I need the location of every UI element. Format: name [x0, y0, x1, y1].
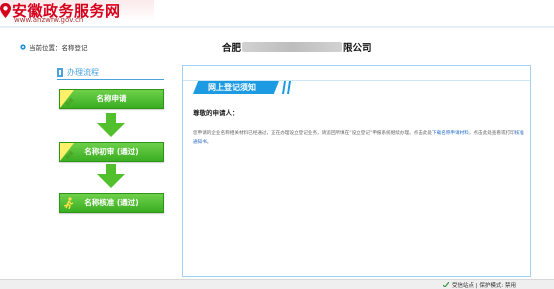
company-name: 合肥 限公司 [222, 40, 372, 54]
tab-stripe [287, 81, 291, 94]
notice-body-text: ，点击此处查看或打印 [468, 131, 515, 136]
notice-body-text: 您申请的企业名称相关材料已经通过，正在办理设立登记业务，请追回所填在“设立登记”… [193, 131, 433, 136]
notice-body: 您申请的企业名称相关材料已经通过，正在办理设立登记业务，请追回所填在“设立登记”… [193, 129, 525, 147]
breadcrumb-label: 当前位置： [29, 44, 62, 52]
tab-stripe [282, 81, 286, 94]
down-arrow-icon [97, 164, 125, 188]
notice-body-text: 。 [206, 140, 212, 145]
step-tag-text: 完成 [65, 150, 76, 161]
location-pin-icon [20, 44, 26, 50]
notice-panel: 网上登记须知 尊敬的申请人： 您申请的企业名称相关材料已经通过，正在办理设立登记… [182, 65, 531, 277]
step-preliminary-review[interactable]: 完成 名称初审 (通过) [59, 142, 164, 162]
step-name-application[interactable]: 完成 名称申请 [59, 89, 164, 109]
step-label: 名称申请 [96, 94, 127, 103]
step-label: 名称核准 (通过) [84, 198, 139, 207]
redacted-block [242, 42, 343, 52]
running-person-icon [63, 197, 74, 209]
document-icon [57, 68, 63, 77]
notice-greeting: 尊敬的申请人： [193, 109, 239, 117]
company-name-prefix: 合肥 [222, 43, 242, 54]
step-tag-text: 完成 [65, 97, 76, 108]
notice-title: 网上登记须知 [208, 83, 256, 92]
process-title: 办理流程 [67, 68, 99, 77]
step-approval[interactable]: 名称核准 (通过) [59, 193, 164, 213]
step-label: 名称初审 (通过) [84, 147, 139, 156]
process-header: 办理流程 [57, 67, 164, 80]
down-arrow-icon [97, 113, 125, 137]
header-divider [0, 26, 554, 28]
breadcrumb: 当前位置：名称登记 [29, 42, 88, 52]
location-logo-icon [0, 3, 11, 18]
company-name-suffix: 限公司 [343, 43, 372, 54]
notice-band [183, 66, 530, 81]
download-materials-link[interactable]: 下载名称申请材料 [432, 131, 469, 136]
site-header: 安徽政务服务网 www.ahzwfw.gov.cn [0, 0, 154, 26]
trusted-site-icon [443, 282, 449, 287]
site-url: www.ahzwfw.gov.cn [14, 16, 84, 24]
breadcrumb-current[interactable]: 名称登记 [62, 44, 88, 52]
